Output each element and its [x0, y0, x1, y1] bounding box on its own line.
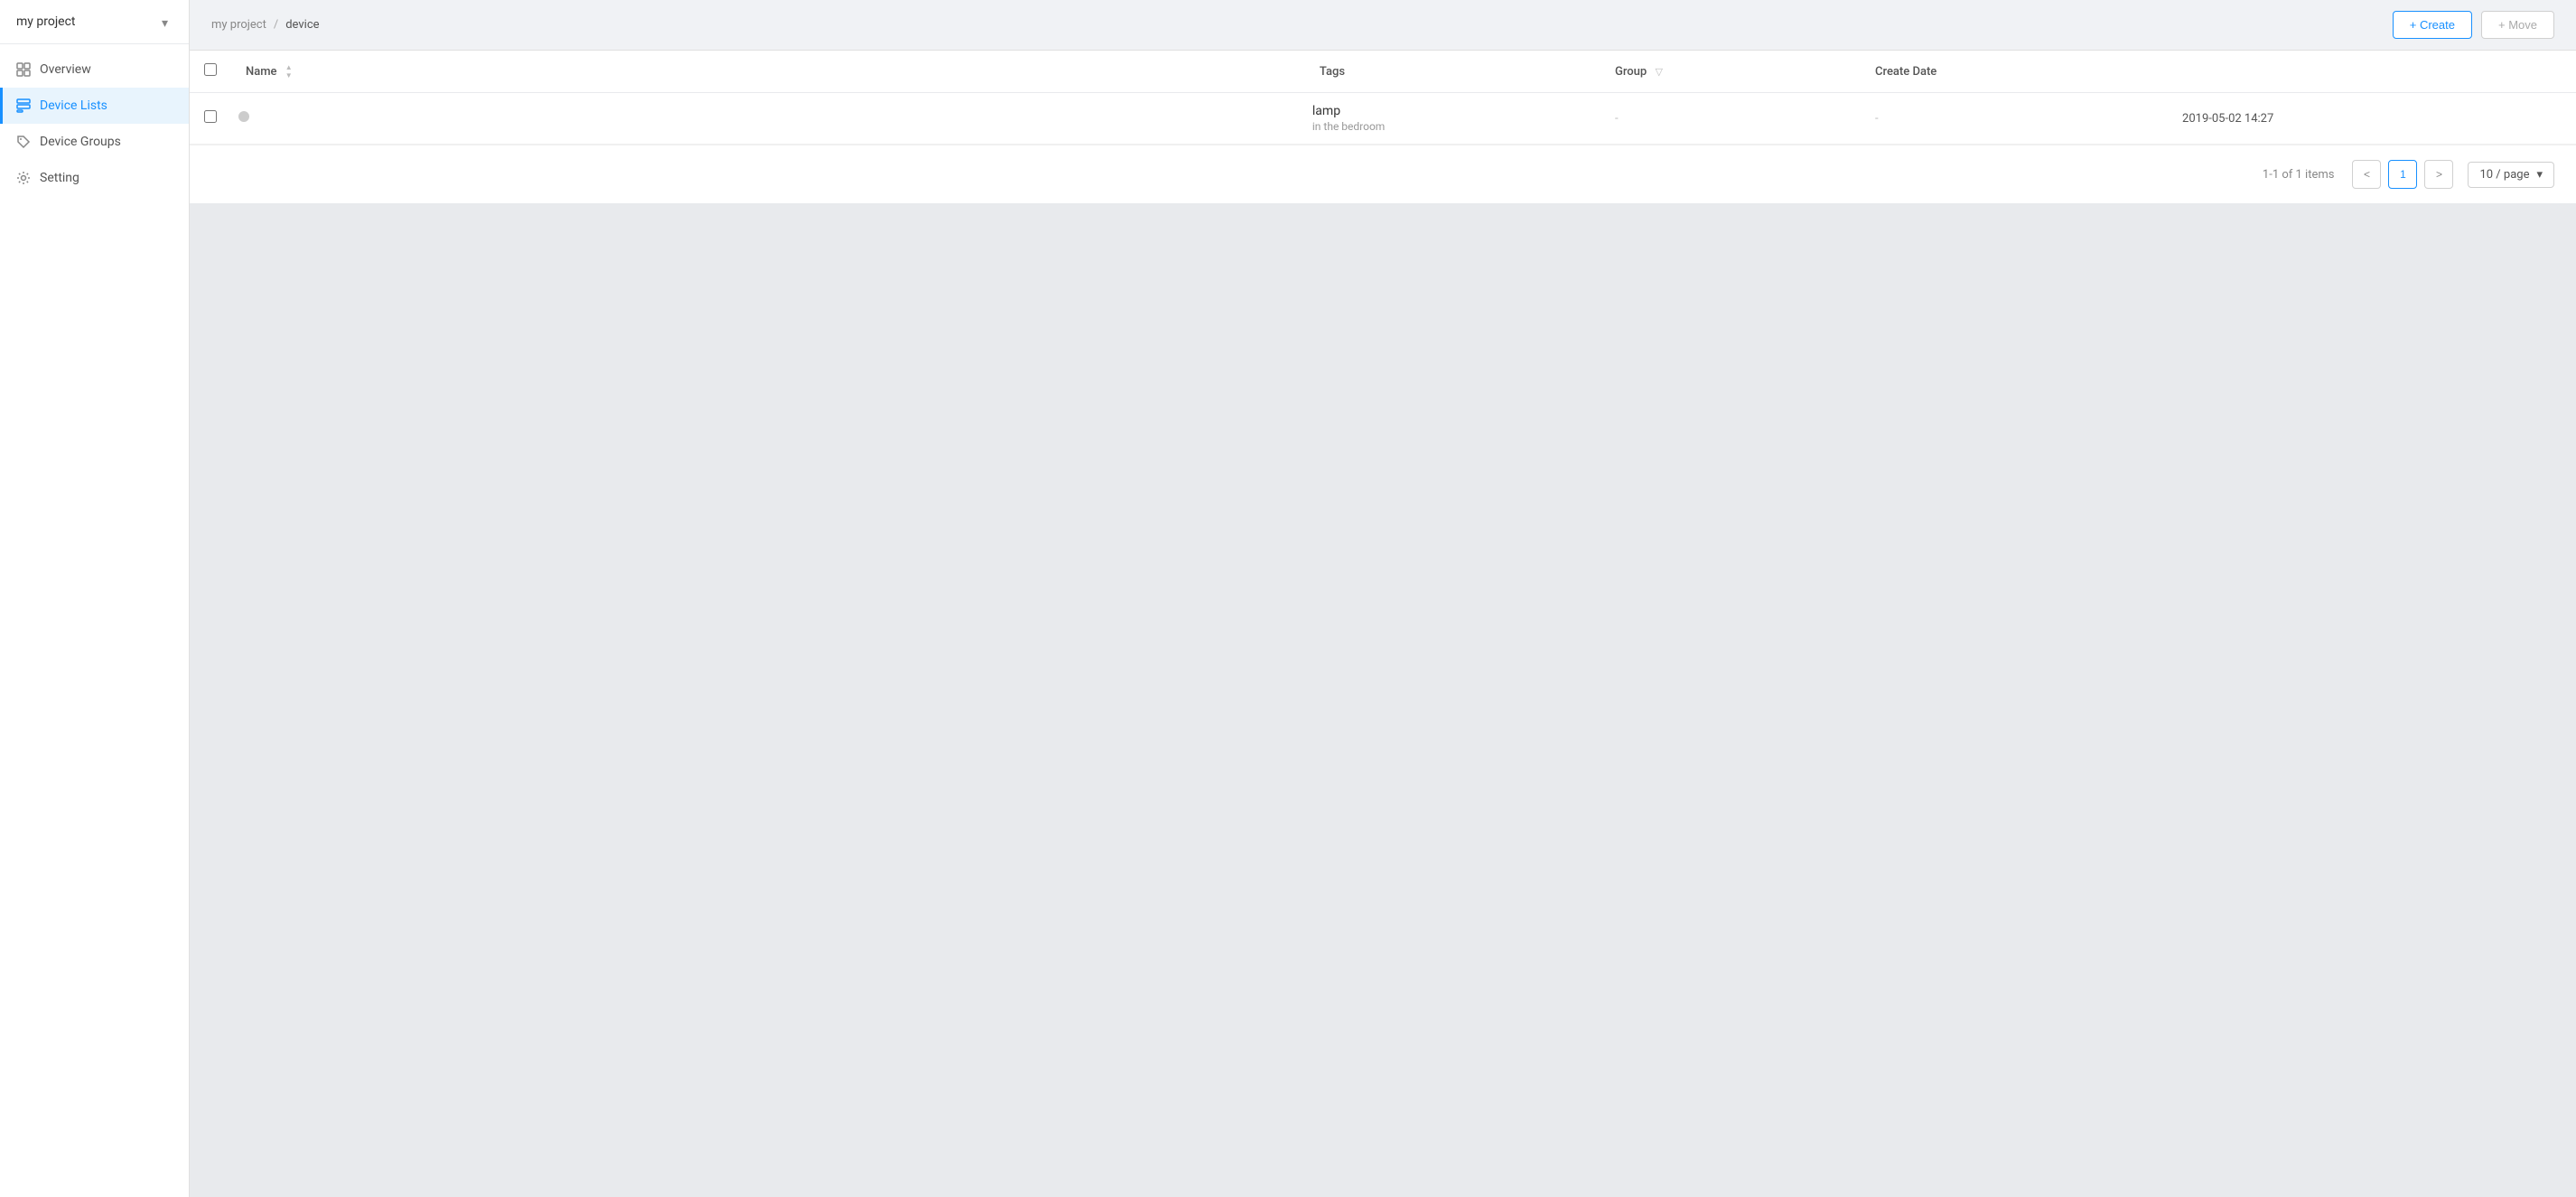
sidebar-item-device-groups[interactable]: Device Groups: [0, 124, 189, 160]
page-size-chevron-icon: ▾: [2536, 168, 2543, 182]
project-selector[interactable]: my project ▾: [0, 0, 189, 44]
select-all-checkbox[interactable]: [204, 63, 217, 76]
pagination-next-button[interactable]: >: [2424, 160, 2453, 189]
pagination-prev-button[interactable]: <: [2352, 160, 2381, 189]
column-header-name: Name ▲ ▼: [231, 51, 1305, 93]
pagination-bar: 1-1 of 1 items < 1 > 10 / page ▾: [190, 145, 2576, 203]
pagination-info: 1-1 of 1 items: [2263, 168, 2335, 182]
row-checkbox[interactable]: [204, 110, 217, 123]
sidebar: my project ▾ Overview: [0, 0, 190, 1197]
breadcrumb-separator: /: [274, 18, 278, 32]
gear-icon: [16, 171, 31, 185]
row-status-cell: [231, 93, 1305, 145]
row-checkbox-cell: [190, 93, 231, 145]
name-column-label: Name: [246, 64, 277, 78]
main-content: my project / device + Create + Move Name: [190, 0, 2576, 1197]
project-name: my project: [16, 14, 76, 29]
group-column-label: Group: [1615, 65, 1647, 79]
sidebar-item-device-lists[interactable]: Device Lists: [0, 88, 189, 124]
table-container: Name ▲ ▼ Tags Group ▽: [190, 51, 2576, 203]
breadcrumb: my project / device: [211, 18, 320, 32]
topbar-actions: + Create + Move: [2393, 11, 2554, 39]
device-description: in the bedroom: [1312, 120, 1593, 133]
name-sort-icons[interactable]: ▲ ▼: [285, 64, 293, 79]
status-indicator: [238, 111, 249, 122]
sort-down-icon: ▼: [285, 72, 293, 79]
tag-icon: [16, 135, 31, 149]
column-header-checkbox: [190, 51, 231, 93]
column-header-tags: Tags: [1305, 51, 1601, 93]
table-row: lamp in the bedroom - - 2019-05-02 14:27: [190, 93, 2576, 145]
breadcrumb-project: my project: [211, 18, 266, 32]
row-name-cell: lamp in the bedroom: [1305, 93, 1601, 145]
pagination-page-1-button[interactable]: 1: [2388, 160, 2417, 189]
chevron-down-icon: ▾: [162, 16, 173, 27]
sidebar-item-setting[interactable]: Setting: [0, 160, 189, 196]
create-date-column-label: Create Date: [1875, 65, 1937, 79]
content-area: Name ▲ ▼ Tags Group ▽: [190, 51, 2576, 1197]
tags-column-label: Tags: [1320, 65, 1345, 79]
column-header-group: Group ▽: [1601, 51, 1861, 93]
device-name[interactable]: lamp: [1312, 104, 1593, 118]
row-date-cell: 2019-05-02 14:27: [2168, 93, 2576, 145]
grid-icon: [16, 62, 31, 77]
sidebar-item-device-groups-label: Device Groups: [40, 135, 121, 149]
breadcrumb-current: device: [285, 18, 319, 32]
sidebar-item-overview-label: Overview: [40, 62, 91, 77]
topbar: my project / device + Create + Move: [190, 0, 2576, 51]
sidebar-item-device-lists-label: Device Lists: [40, 98, 107, 113]
row-group-cell: -: [1861, 93, 2168, 145]
sort-up-icon: ▲: [285, 64, 293, 71]
device-table: Name ▲ ▼ Tags Group ▽: [190, 51, 2576, 145]
sidebar-item-overview[interactable]: Overview: [0, 51, 189, 88]
list-icon: [16, 98, 31, 113]
row-tags-cell: -: [1601, 93, 1861, 145]
sidebar-item-setting-label: Setting: [40, 171, 79, 185]
sidebar-nav: Overview Device Lists Device Groups: [0, 44, 189, 196]
create-button[interactable]: + Create: [2393, 11, 2472, 39]
column-header-create-date: Create Date: [1861, 51, 2168, 93]
group-filter-icon[interactable]: ▽: [1655, 66, 1662, 78]
move-button[interactable]: + Move: [2481, 11, 2554, 39]
page-size-label: 10 / page: [2479, 168, 2529, 182]
page-size-selector[interactable]: 10 / page ▾: [2468, 162, 2554, 188]
